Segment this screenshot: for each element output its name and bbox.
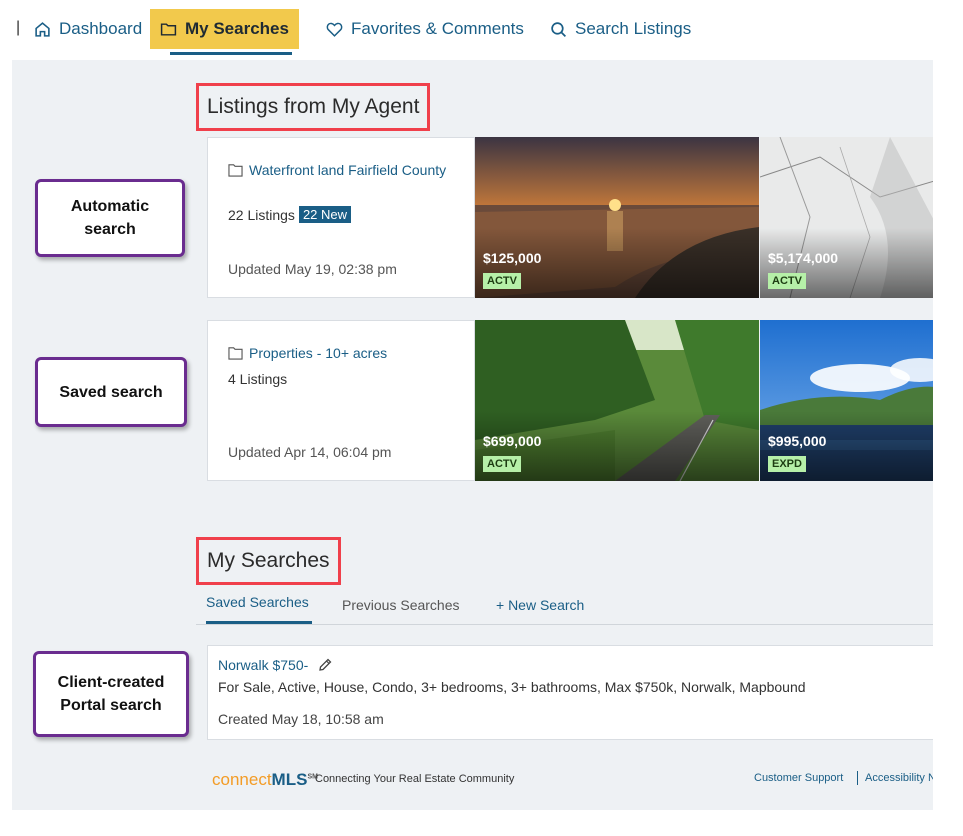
listing-photo[interactable]: $995,000 EXPD	[760, 320, 948, 481]
callout-saved-search: Saved search	[35, 357, 187, 427]
tabs-divider	[196, 624, 936, 625]
top-nav: | Dashboard My Searches Favorites & Comm…	[0, 0, 935, 60]
accessibility-link[interactable]: Accessibility N	[865, 772, 936, 784]
saved-search-name-link[interactable]: Norwalk $750-	[218, 657, 308, 673]
tab-active-underline	[206, 621, 312, 624]
footer-divider	[857, 771, 858, 785]
status-badge: ACTV	[483, 456, 521, 472]
nav-my-searches[interactable]: My Searches	[150, 9, 299, 49]
folder-icon	[160, 22, 177, 36]
callout-client-line1: Client-created	[57, 674, 165, 691]
pencil-icon[interactable]	[318, 658, 332, 672]
listing-price: $125,000	[483, 250, 542, 266]
listing-count-text: 22 Listings	[228, 206, 295, 223]
connectmls-logo: connectMLSSM	[212, 770, 318, 790]
torn-edge-bottom	[0, 810, 963, 836]
tab-previous-searches[interactable]: Previous Searches	[342, 597, 460, 613]
callout-automatic-line2: search	[84, 221, 136, 238]
listing-count: 4 Listings	[228, 371, 287, 387]
listing-count-text: 4 Listings	[228, 371, 288, 387]
agent-search-title-text: Properties - 10+ acres	[249, 345, 388, 361]
updated-timestamp: Updated Apr 14, 06:04 pm	[228, 444, 392, 460]
callout-client-portal-search: Client-created Portal search	[33, 651, 189, 737]
listing-photo[interactable]: $125,000 ACTV	[475, 137, 759, 298]
new-badge: 22 New	[298, 206, 352, 223]
listing-price: $699,000	[483, 433, 542, 449]
search-icon	[551, 21, 567, 37]
nav-my-searches-label: My Searches	[185, 19, 289, 38]
agent-search-card[interactable]: Properties - 10+ acres 4 Listings Update…	[207, 320, 475, 481]
nav-dashboard-label: Dashboard	[59, 19, 143, 38]
callout-automatic-search: Automatic search	[35, 179, 185, 257]
agent-listings-heading: Listings from My Agent	[196, 83, 431, 131]
callout-saved-line1: Saved search	[59, 383, 163, 401]
listing-photo[interactable]: $699,000 ACTV	[475, 320, 759, 481]
nav-favorites[interactable]: Favorites & Comments	[316, 9, 534, 49]
logo-part2: MLS	[271, 770, 308, 789]
status-badge: EXPD	[768, 456, 806, 472]
nav-search-listings[interactable]: Search Listings	[540, 9, 701, 49]
my-searches-heading: My Searches	[196, 537, 341, 585]
tab-saved-searches[interactable]: Saved Searches	[206, 594, 309, 610]
agent-search-title[interactable]: Properties - 10+ acres	[228, 343, 448, 364]
agent-search-card[interactable]: Waterfront land Fairfield County 22 List…	[207, 137, 475, 298]
listing-photo[interactable]: $5,174,000 ACTV	[760, 137, 948, 298]
torn-edge-left	[0, 60, 12, 820]
logo-part1: connect	[212, 770, 272, 789]
home-icon	[35, 21, 50, 37]
status-badge: ACTV	[483, 273, 521, 289]
saved-search-name: Norwalk $750-	[218, 657, 332, 673]
callout-automatic-line1: Automatic	[70, 198, 150, 215]
new-search-button[interactable]: + New Search	[496, 597, 584, 613]
nav-separator: |	[16, 19, 21, 36]
heart-icon	[326, 22, 343, 37]
folder-icon	[228, 164, 243, 177]
nav-search-listings-label: Search Listings	[575, 19, 692, 38]
nav-favorites-label: Favorites & Comments	[351, 19, 524, 38]
folder-icon	[228, 347, 243, 360]
footer-tagline: Connecting Your Real Estate Community	[315, 773, 515, 785]
nav-active-underline	[170, 52, 292, 55]
agent-listings-heading-text: Listings from My Agent	[207, 95, 420, 118]
saved-search-created: Created May 18, 10:58 am	[218, 711, 384, 727]
agent-search-title[interactable]: Waterfront land Fairfield County	[228, 160, 448, 181]
agent-search-title-text: Waterfront land Fairfield County	[249, 162, 447, 178]
my-searches-heading-text: My Searches	[207, 549, 330, 572]
customer-support-link[interactable]: Customer Support	[754, 772, 843, 784]
nav-dashboard[interactable]: Dashboard	[24, 9, 152, 49]
torn-edge-right	[933, 0, 963, 836]
saved-search-card[interactable]: Norwalk $750- For Sale, Active, House, C…	[207, 645, 937, 740]
listing-price: $5,174,000	[768, 250, 839, 266]
listing-count: 22 Listings 22 New	[228, 206, 352, 223]
updated-timestamp: Updated May 19, 02:38 pm	[228, 261, 397, 277]
listing-price: $995,000	[768, 433, 827, 449]
status-badge: ACTV	[768, 273, 806, 289]
callout-client-line2: Portal search	[60, 697, 162, 714]
saved-search-criteria: For Sale, Active, House, Condo, 3+ bedro…	[218, 679, 806, 695]
